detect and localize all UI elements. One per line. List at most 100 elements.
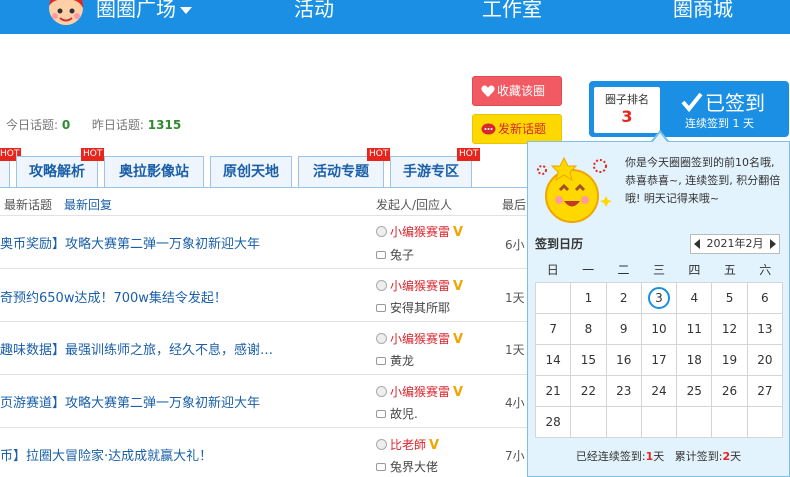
calendar-day-number: 15 — [580, 353, 597, 367]
author-name: 小编猴赛雷 — [390, 332, 451, 346]
calendar-day-number: 20 — [757, 353, 773, 367]
topic-author[interactable]: 小编猴赛雷 V — [376, 383, 463, 400]
calendar-day-number: 25 — [686, 384, 702, 398]
day-unit: 天 — [730, 450, 742, 463]
vip-icon: V — [429, 438, 440, 453]
vip-icon: V — [453, 385, 464, 400]
calendar-day: 24 — [641, 376, 678, 407]
calendar-day-number: 18 — [686, 353, 702, 367]
topic-author[interactable]: 比老師 V — [376, 436, 439, 453]
calendar-day: 10 — [641, 314, 678, 345]
calendar-title: 签到日历 — [535, 237, 584, 251]
calendar-day: 11 — [677, 314, 713, 345]
topic-time: 1天 — [505, 291, 525, 305]
calendar-empty-cell — [571, 407, 607, 438]
calendar-day: 13 — [747, 314, 783, 345]
sort-latest-topics[interactable]: 最新话题 — [4, 196, 52, 213]
topic-title-link[interactable]: 奥币奖励】攻略大赛第二弹一万象初新迎大年 — [0, 233, 260, 252]
circle-rank: 圈子排名 3 — [594, 87, 660, 133]
vip-icon: V — [453, 225, 464, 240]
author-name: 小编猴赛雷 — [390, 385, 451, 399]
last-header: 最后 — [502, 198, 527, 212]
topic-replier[interactable]: 安得其所耶 — [376, 299, 450, 316]
chevron-down-icon — [180, 7, 192, 14]
calendar-day-number: 21 — [545, 384, 561, 398]
weekday-label: 三 — [652, 263, 665, 277]
calendar-grid: 日一二三四五六 1 2 3 4 5 6 7 8 9 10 11 12 13 14 15 16 17 18 19 20 2… — [535, 258, 783, 438]
replier-name: 兔界大佬 — [390, 460, 439, 474]
favorite-circle-button[interactable]: 收藏该圈 — [472, 76, 562, 106]
sign-in-popup: 你是今天圈圈签到的前10名哦, 恭喜恭喜~, 连续签到, 积分翻倍哦! 明天记得… — [527, 141, 790, 477]
calendar-day: 6 — [747, 283, 783, 314]
calendar-day: 18 — [677, 345, 713, 376]
topic-title-link[interactable]: 奇预约650w达成！700w集结令发起！ — [0, 287, 227, 306]
calendar-day-number: 13 — [757, 322, 773, 336]
month-selector: 2021年2月 — [690, 234, 780, 254]
next-month-icon[interactable] — [770, 239, 776, 249]
nav-activity[interactable]: 活动 — [294, 0, 334, 24]
heart-icon — [481, 85, 495, 97]
calendar-day-number: 24 — [651, 384, 667, 398]
calendar-day: 23 — [606, 376, 642, 407]
signed-status: 已签到 — [681, 87, 765, 116]
tab-original[interactable]: 原创天地 — [210, 156, 292, 188]
calendar-day: 15 — [571, 345, 607, 376]
topic-title-link[interactable]: 页游赛道】攻略大赛第二弹一万象初新迎大年 — [0, 392, 260, 411]
author-name: 小编猴赛雷 — [390, 225, 451, 239]
calendar-day: 2 — [606, 283, 642, 314]
prev-month-icon[interactable] — [694, 239, 700, 249]
nav-mall[interactable]: 圈商城 — [673, 0, 733, 24]
calendar-day-number: 23 — [616, 384, 632, 398]
topic-title-link[interactable]: 币】拉圈大冒险家·达成成就赢大礼！ — [0, 445, 212, 464]
calendar-day: 8 — [571, 314, 607, 345]
calendar-day: 5 — [712, 283, 748, 314]
calendar-day-number: 14 — [545, 353, 561, 367]
calendar-empty-cell — [747, 407, 783, 438]
divider — [0, 321, 540, 322]
calendar-day-number: 17 — [651, 353, 667, 367]
calendar-empty-cell — [606, 407, 642, 438]
calendar-day-number: 22 — [580, 384, 597, 398]
sign-in-box[interactable]: 圈子排名 3 已签到 连续签到 1 天 — [589, 81, 789, 137]
calendar-day: 27 — [747, 376, 783, 407]
streak-text: 连续签到 1 天 — [685, 117, 754, 130]
calendar-day-number: 3 — [647, 287, 670, 309]
page-root: 圈圈广场 活动 工作室 圈商城 今日话题: 0 昨日话题: 1315 收藏该圈 … — [0, 0, 790, 477]
weekday-label: 二 — [617, 263, 630, 277]
calendar-day-number: 19 — [721, 353, 738, 367]
calendar-day: 20 — [747, 345, 783, 376]
new-topic-button[interactable]: 发新话题 — [472, 114, 562, 144]
calendar-weekdays: 日一二三四五六 — [535, 258, 783, 282]
topic-replier[interactable]: 黄龙 — [376, 352, 414, 369]
vip-icon: V — [453, 332, 464, 347]
topic-author[interactable]: 小编猴赛雷 V — [376, 223, 463, 240]
topic-title-link[interactable]: 趣味数据】最强训练师之旅，经久不息，感谢… — [0, 339, 273, 358]
calendar-day-number: 1 — [584, 291, 593, 305]
calendar-day-number: 2 — [619, 291, 628, 305]
nav-square[interactable]: 圈圈广场 — [96, 0, 192, 24]
topic-author[interactable]: 小编猴赛雷 V — [376, 277, 463, 294]
tab-image-station[interactable]: 奥拉影像站 — [104, 156, 204, 188]
replier-name: 故児. — [390, 407, 418, 421]
calendar-empty-cell — [712, 407, 748, 438]
topic-replier[interactable]: 兔界大佬 — [376, 458, 438, 475]
topic-time: 1天 — [505, 343, 525, 357]
calendar-empty-cell — [536, 283, 572, 314]
topic-replier[interactable]: 故児. — [376, 405, 418, 422]
calendar-day: 1 — [571, 283, 607, 314]
signed-label: 已签到 — [705, 91, 765, 115]
calendar-day-number: 5 — [725, 291, 734, 305]
topic-time: 6小 — [505, 238, 525, 252]
topic-author[interactable]: 小编猴赛雷 V — [376, 330, 463, 347]
nav-studio[interactable]: 工作室 — [482, 0, 542, 24]
avatar-icon — [376, 439, 387, 450]
topic-replier[interactable]: 兔子 — [376, 246, 414, 263]
sort-latest-replies[interactable]: 最新回复 — [64, 196, 112, 213]
nav-square-label: 圈圈广场 — [96, 0, 176, 21]
calendar-day-number: 8 — [584, 322, 593, 336]
calendar-day: 28 — [536, 407, 572, 438]
divider — [0, 374, 540, 375]
calendar-day-number: 10 — [651, 322, 667, 336]
reply-icon — [376, 304, 386, 312]
favorite-circle-label: 收藏该圈 — [497, 84, 546, 98]
